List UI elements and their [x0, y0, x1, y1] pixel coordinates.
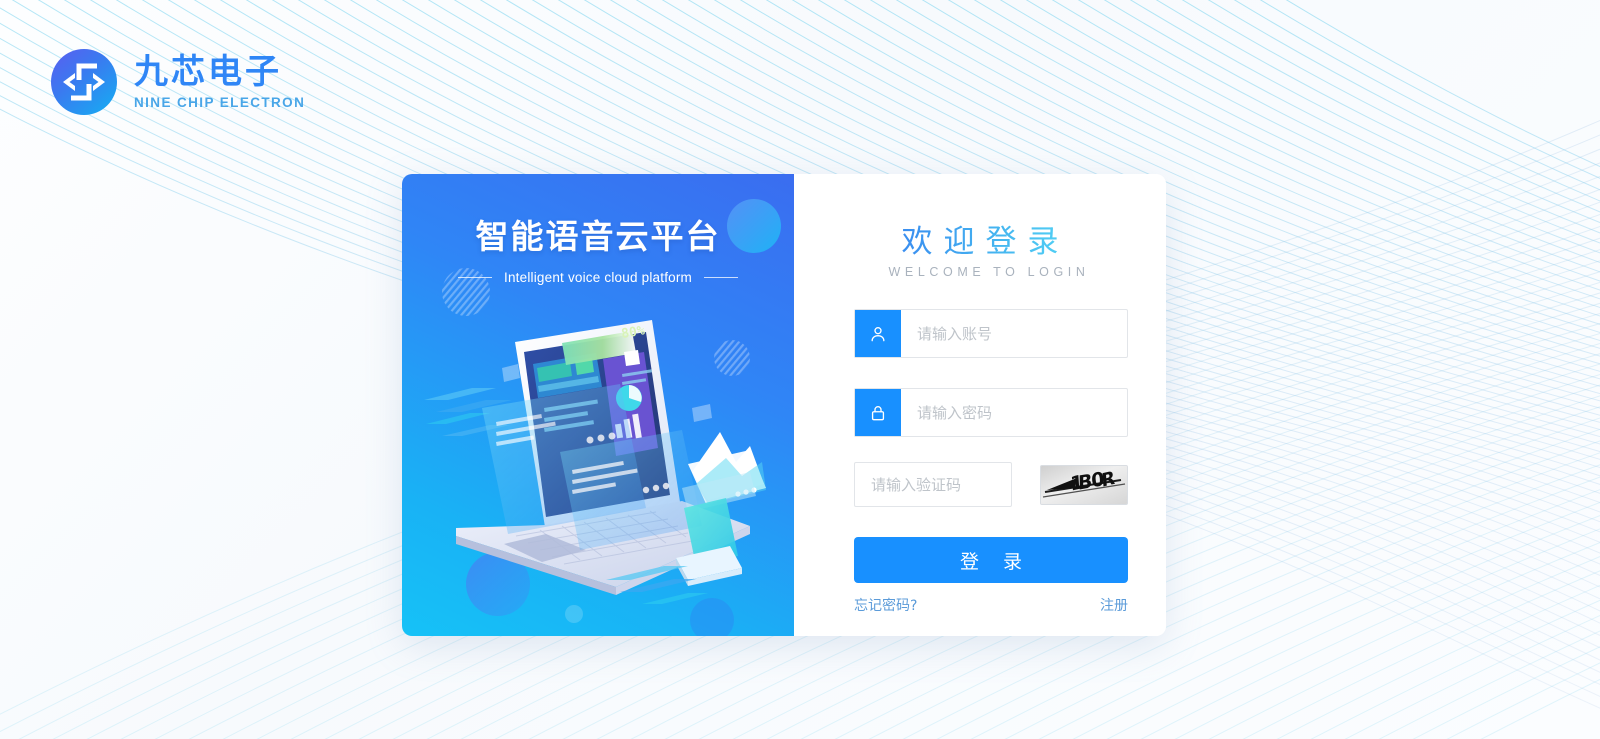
user-icon	[855, 310, 901, 357]
captcha-field[interactable]	[854, 462, 1012, 507]
brand-name-en: NINE CHIP ELECTRON	[134, 94, 306, 110]
forgot-password-link[interactable]: 忘记密码?	[854, 595, 917, 615]
brand-name-cn: 九芯电子	[134, 51, 282, 92]
svg-text:R: R	[1101, 467, 1116, 491]
promo-panel: 智能语音云平台 Intelligent voice cloud platform	[402, 174, 794, 636]
welcome-title-cn: 欢迎登录	[902, 216, 1081, 261]
login-submit-button[interactable]: 登 录	[854, 537, 1128, 583]
promo-rule-right	[704, 277, 738, 278]
promo-rule-left	[458, 277, 492, 278]
captcha-input[interactable]	[855, 475, 1011, 494]
form-links: 忘记密码? 注册	[854, 595, 1128, 615]
login-form-panel: 欢迎登录 WELCOME TO LOGIN 请输入账号 请输入验证码 1 B 0…	[794, 174, 1166, 636]
account-field[interactable]	[854, 309, 1128, 358]
captcha-image-glyphs: 1 B 0 R	[1041, 465, 1127, 504]
brand-logo: 九芯电子 NINE CHIP ELECTRON	[50, 48, 305, 116]
login-card: 智能语音云平台 Intelligent voice cloud platform	[402, 174, 1166, 636]
welcome-title-en: WELCOME TO LOGIN	[888, 265, 1090, 279]
lock-icon	[855, 389, 901, 436]
promo-title: 智能语音云平台	[475, 217, 721, 256]
password-field[interactable]	[854, 388, 1128, 437]
nine-chip-logo-icon	[51, 49, 117, 115]
promo-heading: 智能语音云平台 Intelligent voice cloud platform	[402, 210, 794, 285]
register-link[interactable]: 注册	[1100, 595, 1128, 615]
welcome-heading: 欢迎登录 WELCOME TO LOGIN	[854, 216, 1128, 279]
captcha-row: 1 B 0 R	[854, 462, 1128, 507]
promo-subtitle: Intelligent voice cloud platform	[504, 270, 692, 285]
password-input[interactable]	[901, 389, 1127, 436]
laptop-illustration: 80%	[424, 320, 766, 604]
account-input[interactable]	[901, 310, 1127, 357]
captcha-image[interactable]: 1 B 0 R	[1040, 464, 1128, 505]
